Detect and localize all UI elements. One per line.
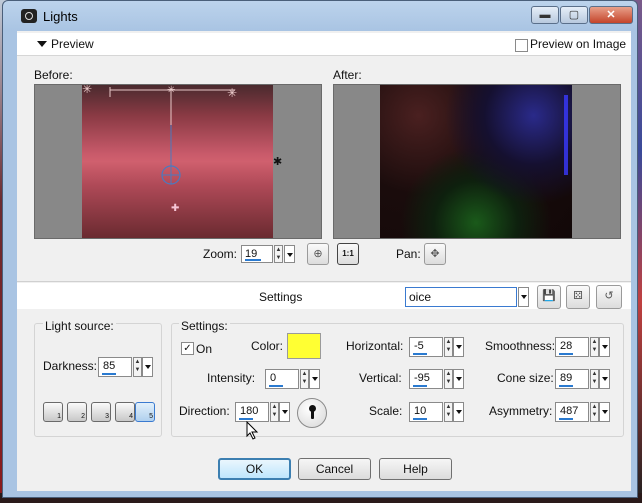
preview-header: Preview Preview on Image — [17, 33, 631, 56]
light-source-title: Light source: — [43, 319, 116, 333]
scale-spinner[interactable]: ▲ ▼ — [444, 402, 453, 422]
direction-input[interactable]: 180 — [235, 402, 269, 422]
smoothness-spinner[interactable]: ▲ ▼ — [590, 337, 599, 357]
preview-label[interactable]: Preview — [51, 37, 94, 51]
light-4-button[interactable]: 4 — [115, 402, 135, 422]
horizontal-dropdown[interactable] — [453, 337, 464, 357]
preview-on-image-checkbox[interactable] — [515, 39, 528, 52]
vertical-input[interactable]: -95 — [409, 369, 443, 389]
color-label: Color: — [251, 339, 284, 353]
collapse-triangle-icon[interactable] — [37, 41, 47, 47]
after-preview — [333, 84, 621, 239]
reset-icon: ↺ — [604, 290, 614, 302]
light-1-button[interactable]: 1 — [43, 402, 63, 422]
direction-spinner[interactable]: ▲ ▼ — [270, 402, 279, 422]
zoom-1to1-button[interactable]: 1:1 — [337, 243, 359, 265]
svg-text:✳: ✳ — [167, 85, 175, 96]
camera-icon — [21, 9, 37, 23]
light-3-button[interactable]: 3 — [91, 402, 111, 422]
asymmetry-label: Asymmetry: — [489, 404, 553, 418]
ok-button[interactable]: OK — [218, 458, 291, 480]
svg-text:✚: ✚ — [171, 203, 179, 214]
asymmetry-input[interactable]: 487 — [555, 402, 589, 422]
scale-dropdown[interactable] — [453, 402, 464, 422]
title-bar[interactable]: Lights ▬ ▢ ✕ — [3, 1, 637, 31]
direction-label: Direction: — [179, 404, 230, 418]
save-icon: 💾 — [542, 290, 556, 302]
cone-size-dropdown[interactable] — [599, 369, 610, 389]
zoom-dropdown[interactable] — [284, 245, 295, 263]
direction-knob[interactable] — [297, 398, 327, 428]
zoom-fit-button[interactable]: ⊕ — [307, 243, 329, 265]
darkness-spinner[interactable]: ▲ ▼ — [133, 357, 142, 377]
divider — [17, 281, 631, 282]
before-label: Before: — [34, 68, 73, 82]
darkness-label: Darkness: — [43, 359, 98, 373]
mouse-cursor-icon — [246, 421, 259, 440]
darkness-dropdown[interactable] — [142, 357, 153, 377]
intensity-label: Intensity: — [207, 371, 256, 385]
vertical-dropdown[interactable] — [453, 369, 464, 389]
preset-dropdown[interactable] — [518, 287, 529, 307]
color-swatch[interactable] — [287, 333, 321, 359]
lights-dialog: Lights ▬ ▢ ✕ Preview Preview on Image Be… — [2, 0, 638, 498]
svg-text:✳: ✳ — [82, 85, 92, 96]
dialog-client: Preview Preview on Image Before: After: … — [17, 31, 631, 491]
settings-bar-label: Settings — [259, 290, 303, 304]
smoothness-dropdown[interactable] — [599, 337, 610, 357]
direction-dropdown[interactable] — [279, 402, 290, 422]
window-title: Lights — [43, 9, 78, 24]
settings-bar: Settings oice 💾 ⚄ ↺ — [17, 283, 631, 309]
cancel-button[interactable]: Cancel — [298, 458, 371, 480]
intensity-input[interactable]: 0 — [265, 369, 299, 389]
asymmetry-dropdown[interactable] — [599, 402, 610, 422]
close-button[interactable]: ✕ — [589, 6, 633, 24]
maximize-button[interactable]: ▢ — [560, 6, 588, 24]
cone-size-label: Cone size: — [497, 371, 554, 385]
intensity-spinner[interactable]: ▲ ▼ — [300, 369, 309, 389]
smoothness-label: Smoothness: — [485, 339, 556, 353]
minimize-button[interactable]: ▬ — [531, 6, 559, 24]
vertical-label: Vertical: — [359, 371, 402, 385]
pan-button[interactable]: ✥ — [424, 243, 446, 265]
zoom-input[interactable]: 19 — [241, 245, 273, 263]
light-2-button[interactable]: 2 — [67, 402, 87, 422]
preset-combo[interactable]: oice — [405, 287, 517, 307]
zoom-label: Zoom: — [203, 247, 238, 261]
smoothness-input[interactable]: 28 — [555, 337, 589, 357]
settings-title: Settings: — [179, 319, 230, 333]
help-button[interactable]: Help — [379, 458, 452, 480]
dice-icon: ⚄ — [573, 290, 583, 302]
scale-input[interactable]: 10 — [409, 402, 443, 422]
horizontal-spinner[interactable]: ▲ ▼ — [444, 337, 453, 357]
light-5-button[interactable]: 5 — [135, 402, 155, 422]
after-label: After: — [333, 68, 362, 82]
scale-label: Scale: — [369, 404, 403, 418]
horizontal-label: Horizontal: — [346, 339, 404, 353]
vertical-spinner[interactable]: ▲ ▼ — [444, 369, 453, 389]
svg-text:✱: ✱ — [273, 155, 282, 168]
randomize-button[interactable]: ⚄ — [566, 285, 590, 309]
zoom-fit-icon: ⊕ — [313, 248, 323, 260]
darkness-input[interactable]: 85 — [98, 357, 132, 377]
on-checkbox[interactable]: ✓ — [181, 342, 194, 355]
preview-on-image-label[interactable]: Preview on Image — [530, 37, 626, 51]
pan-move-icon: ✥ — [430, 248, 440, 260]
intensity-dropdown[interactable] — [309, 369, 320, 389]
cone-size-input[interactable]: 89 — [555, 369, 589, 389]
after-image — [380, 85, 572, 238]
light-guides-overlay[interactable]: ✳ ✳ ✳ ✱ ✚ — [35, 85, 321, 238]
zoom-spinner[interactable]: ▲ ▼ — [274, 245, 283, 263]
asymmetry-spinner[interactable]: ▲ ▼ — [590, 402, 599, 422]
cone-size-spinner[interactable]: ▲ ▼ — [590, 369, 599, 389]
save-preset-button[interactable]: 💾 — [537, 285, 561, 309]
svg-text:✳: ✳ — [227, 86, 237, 100]
reset-button[interactable]: ↺ — [596, 285, 622, 309]
before-preview[interactable]: ✳ ✳ ✳ ✱ ✚ — [34, 84, 322, 239]
on-label[interactable]: On — [196, 342, 212, 356]
horizontal-input[interactable]: -5 — [409, 337, 443, 357]
pan-label: Pan: — [396, 247, 421, 261]
